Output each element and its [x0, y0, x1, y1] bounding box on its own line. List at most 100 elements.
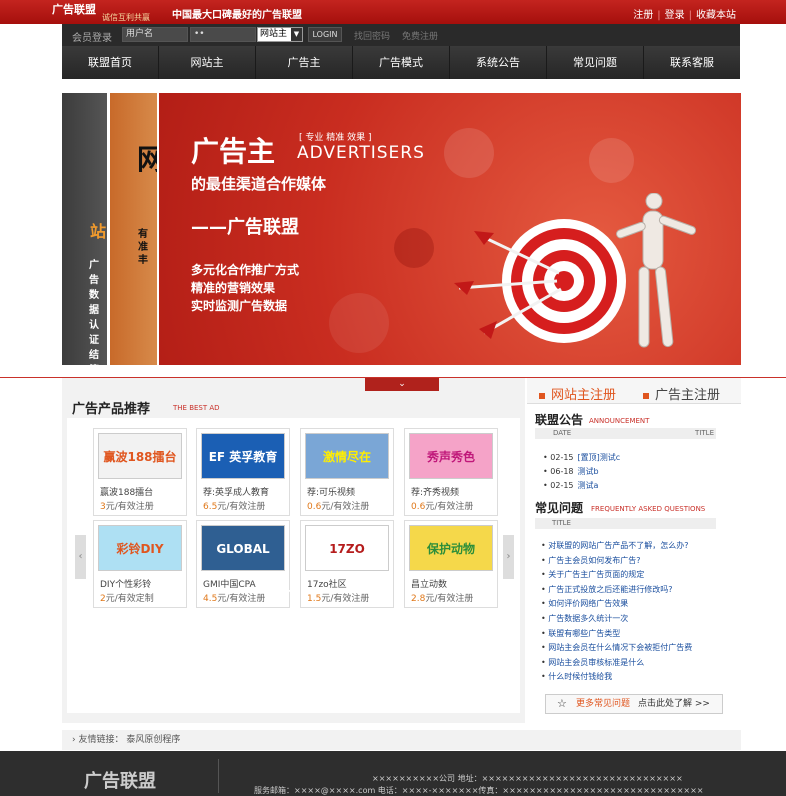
notice-link[interactable]: 测试a: [578, 481, 599, 490]
faq-link[interactable]: 网站主会员审核标准是什么: [548, 658, 644, 667]
top-links: 注册 | 登录 | 收藏本站: [629, 6, 740, 21]
prev-arrow-icon[interactable]: ‹: [75, 535, 86, 579]
notice-date: 02-15: [550, 481, 574, 490]
faq-link[interactable]: 广告数据多久统计一次: [548, 614, 628, 623]
notice-item[interactable]: • 02-15 [置顶]测试c: [543, 452, 620, 463]
faq-link[interactable]: 如何评价网络广告效果: [548, 599, 628, 608]
register-link[interactable]: 注册: [629, 10, 657, 21]
product-name[interactable]: 昌立动数: [411, 577, 447, 590]
free-register-link[interactable]: 免费注册: [402, 29, 438, 42]
product-image[interactable]: 激情尽在: [305, 433, 389, 479]
col-title: TITLE: [552, 519, 571, 527]
logo-subtext: 诚信互利共赢: [102, 13, 150, 22]
faq-item[interactable]: • 关于广告主广告页面的规定: [541, 569, 644, 580]
notice-link[interactable]: [置顶]测试c: [578, 453, 621, 462]
faq-table-header: TITLE: [535, 518, 716, 529]
star-icon: ☆: [557, 697, 567, 710]
product-name[interactable]: 荐:齐秀视频: [411, 485, 459, 498]
bookmark-link[interactable]: 收藏本站: [692, 10, 740, 21]
faq-item[interactable]: • 广告正式投放之后还能进行修改吗?: [541, 584, 673, 595]
username-input[interactable]: 用户名: [122, 27, 188, 42]
nav-ad-models[interactable]: 广告模式: [353, 46, 450, 79]
notice-link[interactable]: 测试b: [578, 467, 599, 476]
price-unit: 元/有效注册: [217, 594, 266, 604]
faq-item[interactable]: • 什么时候付钱给我: [541, 671, 612, 682]
product-image-text: 保护动物: [426, 542, 475, 556]
banner-slide-advertiser[interactable]: 广告主 [ 专业 精准 效果 ] ADVERTISERS 的最佳渠道合作媒体 —…: [159, 93, 741, 365]
nav-home[interactable]: 联盟首页: [62, 46, 159, 79]
nav-advertiser[interactable]: 广告主: [256, 46, 353, 79]
nav-announcements[interactable]: 系统公告: [450, 46, 547, 79]
nav-faq[interactable]: 常见问题: [547, 46, 644, 79]
product-image[interactable]: 赢波188擂台: [98, 433, 182, 479]
footer-company: ××××××××××公司 地址：××××××××××××××××××××××××…: [372, 774, 683, 783]
product-image[interactable]: 17ZO: [305, 525, 389, 571]
nav-publisher[interactable]: 网站主: [159, 46, 256, 79]
product-name[interactable]: GMI中国CPA: [203, 577, 256, 590]
forgot-password-link[interactable]: 找回密码: [354, 29, 390, 42]
slide-line: 有: [138, 229, 148, 240]
slide-text: 有 准 丰: [138, 228, 157, 267]
password-input[interactable]: ••: [190, 27, 256, 42]
product-image[interactable]: 保护动物: [409, 525, 493, 571]
product-price: 0.6元/有效注册: [307, 499, 369, 512]
notice-item[interactable]: • 06-18 测试b: [543, 466, 599, 477]
decor-bubble: [589, 138, 634, 183]
col-date: DATE: [553, 429, 572, 437]
price-unit: 元/有效注册: [105, 502, 154, 512]
tab-publisher-register[interactable]: 网站主注册: [539, 384, 616, 403]
role-select[interactable]: 网站主 ▼: [257, 27, 303, 42]
section-title: 广告产品推荐: [72, 402, 151, 417]
product-card[interactable]: GLOBAL TESTMARKET GMI中国CPA 4.5元/有效注册: [196, 520, 291, 608]
product-image[interactable]: EF 英孚教育: [201, 433, 285, 479]
product-price: 2.8元/有效注册: [411, 591, 473, 604]
tab-advertiser-register[interactable]: 广告主注册: [643, 384, 720, 403]
price-unit: 元/有效定制: [105, 594, 154, 604]
banner-carousel[interactable]: 站 广告 数据 认证 结算 网 有 准 丰 广告主 [ 专业 精准 效果 ] A…: [62, 93, 741, 376]
faq-item[interactable]: • 联盟有哪些广告类型: [541, 628, 620, 639]
faq-item[interactable]: • 广告数据多久统计一次: [541, 613, 628, 624]
notice-item[interactable]: • 02-15 测试a: [543, 480, 598, 491]
faq-item[interactable]: • 对联盟的网站广告产品不了解，怎么办?: [541, 540, 689, 551]
product-card[interactable]: 赢波188擂台 赢波188擂台 3元/有效注册: [93, 428, 187, 516]
product-name[interactable]: 17zo社区: [307, 577, 347, 590]
product-card[interactable]: 保护动物昌立动数 2.8元/有效注册: [404, 520, 498, 608]
faq-item[interactable]: • 广告主会员如何发布广告?: [541, 555, 641, 566]
friend-link[interactable]: 泰风原创程序: [126, 735, 180, 745]
faq-link[interactable]: 网站主会员在什么情况下会被拒付广告费: [548, 643, 692, 652]
faq-item[interactable]: • 网站主会员在什么情况下会被拒付广告费: [541, 642, 692, 653]
product-image[interactable]: 彩铃DIY: [98, 525, 182, 571]
faq-link[interactable]: 广告正式投放之后还能进行修改吗?: [548, 585, 672, 594]
product-card[interactable]: 17ZO 17zo社区 1.5元/有效注册: [300, 520, 394, 608]
product-name[interactable]: 荐:可乐视频: [307, 485, 355, 498]
more-faq-button[interactable]: ☆ 更多常见问题 点击此处了解 >>: [545, 694, 723, 714]
faq-item[interactable]: • 如何评价网络广告效果: [541, 598, 628, 609]
product-image-text: 秀声秀色: [426, 450, 475, 464]
login-button[interactable]: LOGIN: [308, 27, 342, 42]
banner-subtitle: 的最佳渠道合作媒体: [191, 175, 327, 193]
nav-support[interactable]: 联系客服: [644, 46, 740, 79]
collapse-handle[interactable]: ⌄: [365, 378, 439, 391]
product-name[interactable]: 赢波188擂台: [100, 485, 153, 498]
product-name[interactable]: 荐:英孚成人教育: [203, 485, 269, 498]
faq-link[interactable]: 什么时候付钱给我: [548, 672, 612, 681]
price-value: 0.6: [411, 502, 426, 512]
banner-slide-network[interactable]: 网 有 准 丰: [110, 93, 157, 365]
banner-slide-publisher[interactable]: 站 广告 数据 认证 结算: [62, 93, 107, 376]
product-image[interactable]: GLOBAL TESTMARKET: [201, 525, 291, 602]
product-card[interactable]: 激情尽在荐:可乐视频 0.6元/有效注册: [300, 428, 394, 516]
product-card[interactable]: 彩铃DIY DIY个性彩铃 2元/有效定制: [93, 520, 187, 608]
faq-link[interactable]: 对联盟的网站广告产品不了解，怎么办?: [548, 541, 688, 550]
mannequin-icon: [616, 193, 697, 348]
faq-item[interactable]: • 网站主会员审核标准是什么: [541, 657, 644, 668]
product-card[interactable]: 秀声秀色 荐:齐秀视频 0.6元/有效注册: [404, 428, 498, 516]
login-link[interactable]: 登录: [661, 10, 689, 21]
faq-link[interactable]: 广告主会员如何发布广告?: [548, 556, 640, 565]
product-card[interactable]: EF 英孚教育 荐:英孚成人教育 6.5元/有效注册: [196, 428, 290, 516]
faq-link[interactable]: 联盟有哪些广告类型: [548, 629, 620, 638]
product-image[interactable]: 秀声秀色: [409, 433, 493, 479]
next-arrow-icon[interactable]: ›: [503, 535, 514, 579]
product-name[interactable]: DIY个性彩铃: [100, 577, 151, 590]
site-logo[interactable]: 广告联盟 诚信互利共赢: [50, 0, 160, 24]
faq-link[interactable]: 关于广告主广告页面的规定: [548, 570, 644, 579]
